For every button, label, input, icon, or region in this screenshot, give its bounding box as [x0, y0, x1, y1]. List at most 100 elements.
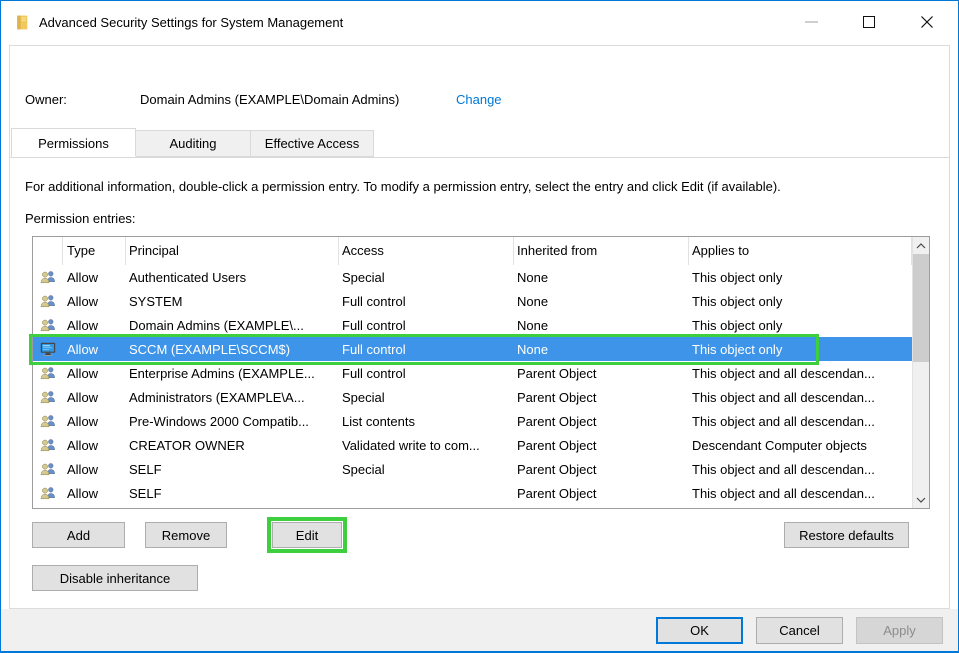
header-applies-to[interactable]: Applies to: [689, 237, 912, 265]
cell-type: Allow: [63, 390, 126, 405]
disable-inheritance-button[interactable]: Disable inheritance: [32, 565, 198, 591]
table-row[interactable]: AllowSELF Parent ObjectThis object and al…: [33, 481, 912, 505]
cell-inherited-from: Parent Object: [514, 486, 689, 501]
dialog-window: Advanced Security Settings for System Ma…: [0, 0, 959, 653]
cell-access: Special: [339, 270, 514, 285]
computer-icon: [33, 341, 63, 357]
main-panel: Owner: Domain Admins (EXAMPLE\Domain Adm…: [9, 45, 950, 609]
header-inherited-from[interactable]: Inherited from: [514, 237, 689, 265]
cell-type: Allow: [63, 366, 126, 381]
dialog-footer: OK Cancel Apply: [1, 609, 958, 651]
table-header: Type Principal Access Inherited from App…: [33, 237, 912, 265]
cell-access: Full control: [339, 294, 514, 309]
table-row[interactable]: AllowAuthenticated UsersSpecialNoneThis …: [33, 265, 912, 289]
table-row[interactable]: AllowCREATOR OWNERValidated write to com…: [33, 433, 912, 457]
edit-button-annotation: Edit: [267, 517, 347, 553]
cell-principal: Domain Admins (EXAMPLE\...: [126, 318, 339, 333]
minimize-button: [789, 1, 833, 43]
scroll-up-icon[interactable]: [913, 237, 929, 254]
folder-icon: [14, 14, 31, 31]
cell-principal: Enterprise Admins (EXAMPLE...: [126, 366, 339, 381]
cell-applies-to: This object only: [689, 342, 912, 357]
maximize-button[interactable]: [847, 1, 891, 43]
cell-type: Allow: [63, 294, 126, 309]
permission-entries-label: Permission entries:: [25, 211, 136, 226]
owner-value: Domain Admins (EXAMPLE\Domain Admins): [140, 92, 399, 107]
cell-principal: CREATOR OWNER: [126, 438, 339, 453]
cell-inherited-from: None: [514, 270, 689, 285]
close-icon[interactable]: [905, 1, 949, 43]
cell-access: Special: [339, 390, 514, 405]
scrollbar-thumb[interactable]: [913, 254, 929, 362]
cell-access: Validated write to com...: [339, 438, 514, 453]
cell-inherited-from: None: [514, 294, 689, 309]
users-icon: [33, 461, 63, 477]
cell-applies-to: This object and all descendan...: [689, 462, 912, 477]
table-body: AllowAuthenticated UsersSpecialNoneThis …: [33, 265, 929, 505]
cell-applies-to: This object only: [689, 270, 912, 285]
instructions-text: For additional information, double-click…: [25, 179, 781, 194]
table-row[interactable]: AllowSELFSpecialParent ObjectThis object…: [33, 457, 912, 481]
cell-principal: SCCM (EXAMPLE\SCCM$): [126, 342, 339, 357]
cell-type: Allow: [63, 318, 126, 333]
cell-applies-to: This object and all descendan...: [689, 414, 912, 429]
cell-inherited-from: Parent Object: [514, 414, 689, 429]
edit-button[interactable]: Edit: [272, 522, 342, 548]
window-title: Advanced Security Settings for System Ma…: [39, 15, 343, 30]
owner-label: Owner:: [25, 92, 67, 107]
cell-applies-to: This object and all descendan...: [689, 390, 912, 405]
cell-access: Full control: [339, 342, 514, 357]
cell-type: Allow: [63, 270, 126, 285]
users-icon: [33, 293, 63, 309]
cell-inherited-from: Parent Object: [514, 390, 689, 405]
header-access[interactable]: Access: [339, 237, 514, 265]
tab-strip: Permissions Auditing Effective Access: [11, 130, 373, 157]
cell-type: Allow: [63, 462, 126, 477]
cell-principal: SYSTEM: [126, 294, 339, 309]
cell-inherited-from: None: [514, 342, 689, 357]
users-icon: [33, 269, 63, 285]
cell-principal: SELF: [126, 462, 339, 477]
table-row[interactable]: AllowDomain Admins (EXAMPLE\...Full cont…: [33, 313, 912, 337]
header-principal[interactable]: Principal: [126, 237, 339, 265]
cell-type: Allow: [63, 486, 126, 501]
cell-applies-to: This object only: [689, 318, 912, 333]
table-row[interactable]: AllowSYSTEMFull controlNoneThis object o…: [33, 289, 912, 313]
tab-permissions[interactable]: Permissions: [11, 128, 136, 157]
add-button[interactable]: Add: [32, 522, 125, 548]
cell-inherited-from: Parent Object: [514, 438, 689, 453]
cell-type: Allow: [63, 438, 126, 453]
table-row[interactable]: AllowSCCM (EXAMPLE\SCCM$)Full controlNon…: [33, 337, 912, 361]
cell-applies-to: This object only: [689, 294, 912, 309]
header-icon-column: [33, 237, 63, 265]
change-owner-link[interactable]: Change: [456, 92, 502, 107]
header-type[interactable]: Type: [63, 237, 126, 265]
table-row[interactable]: AllowAdministrators (EXAMPLE\A...Special…: [33, 385, 912, 409]
users-icon: [33, 437, 63, 453]
scroll-down-icon[interactable]: [913, 491, 929, 508]
tab-divider: [10, 157, 949, 158]
cell-applies-to: This object and all descendan...: [689, 486, 912, 501]
title-bar: Advanced Security Settings for System Ma…: [1, 1, 958, 45]
cancel-button[interactable]: Cancel: [756, 617, 843, 644]
cell-principal: Administrators (EXAMPLE\A...: [126, 390, 339, 405]
tab-effective-access[interactable]: Effective Access: [250, 130, 374, 157]
cell-inherited-from: None: [514, 318, 689, 333]
cell-applies-to: Descendant Computer objects: [689, 438, 912, 453]
cell-type: Allow: [63, 342, 126, 357]
tab-auditing[interactable]: Auditing: [135, 130, 251, 157]
apply-button: Apply: [856, 617, 943, 644]
restore-defaults-button[interactable]: Restore defaults: [784, 522, 909, 548]
ok-button[interactable]: OK: [656, 617, 743, 644]
cell-principal: Authenticated Users: [126, 270, 339, 285]
users-icon: [33, 317, 63, 333]
cell-access: Full control: [339, 366, 514, 381]
table-row[interactable]: AllowEnterprise Admins (EXAMPLE...Full c…: [33, 361, 912, 385]
remove-button[interactable]: Remove: [145, 522, 227, 548]
cell-principal: SELF: [126, 486, 339, 501]
cell-inherited-from: Parent Object: [514, 366, 689, 381]
users-icon: [33, 389, 63, 405]
vertical-scrollbar[interactable]: [912, 237, 929, 508]
table-row[interactable]: AllowPre-Windows 2000 Compatib...List co…: [33, 409, 912, 433]
cell-inherited-from: Parent Object: [514, 462, 689, 477]
